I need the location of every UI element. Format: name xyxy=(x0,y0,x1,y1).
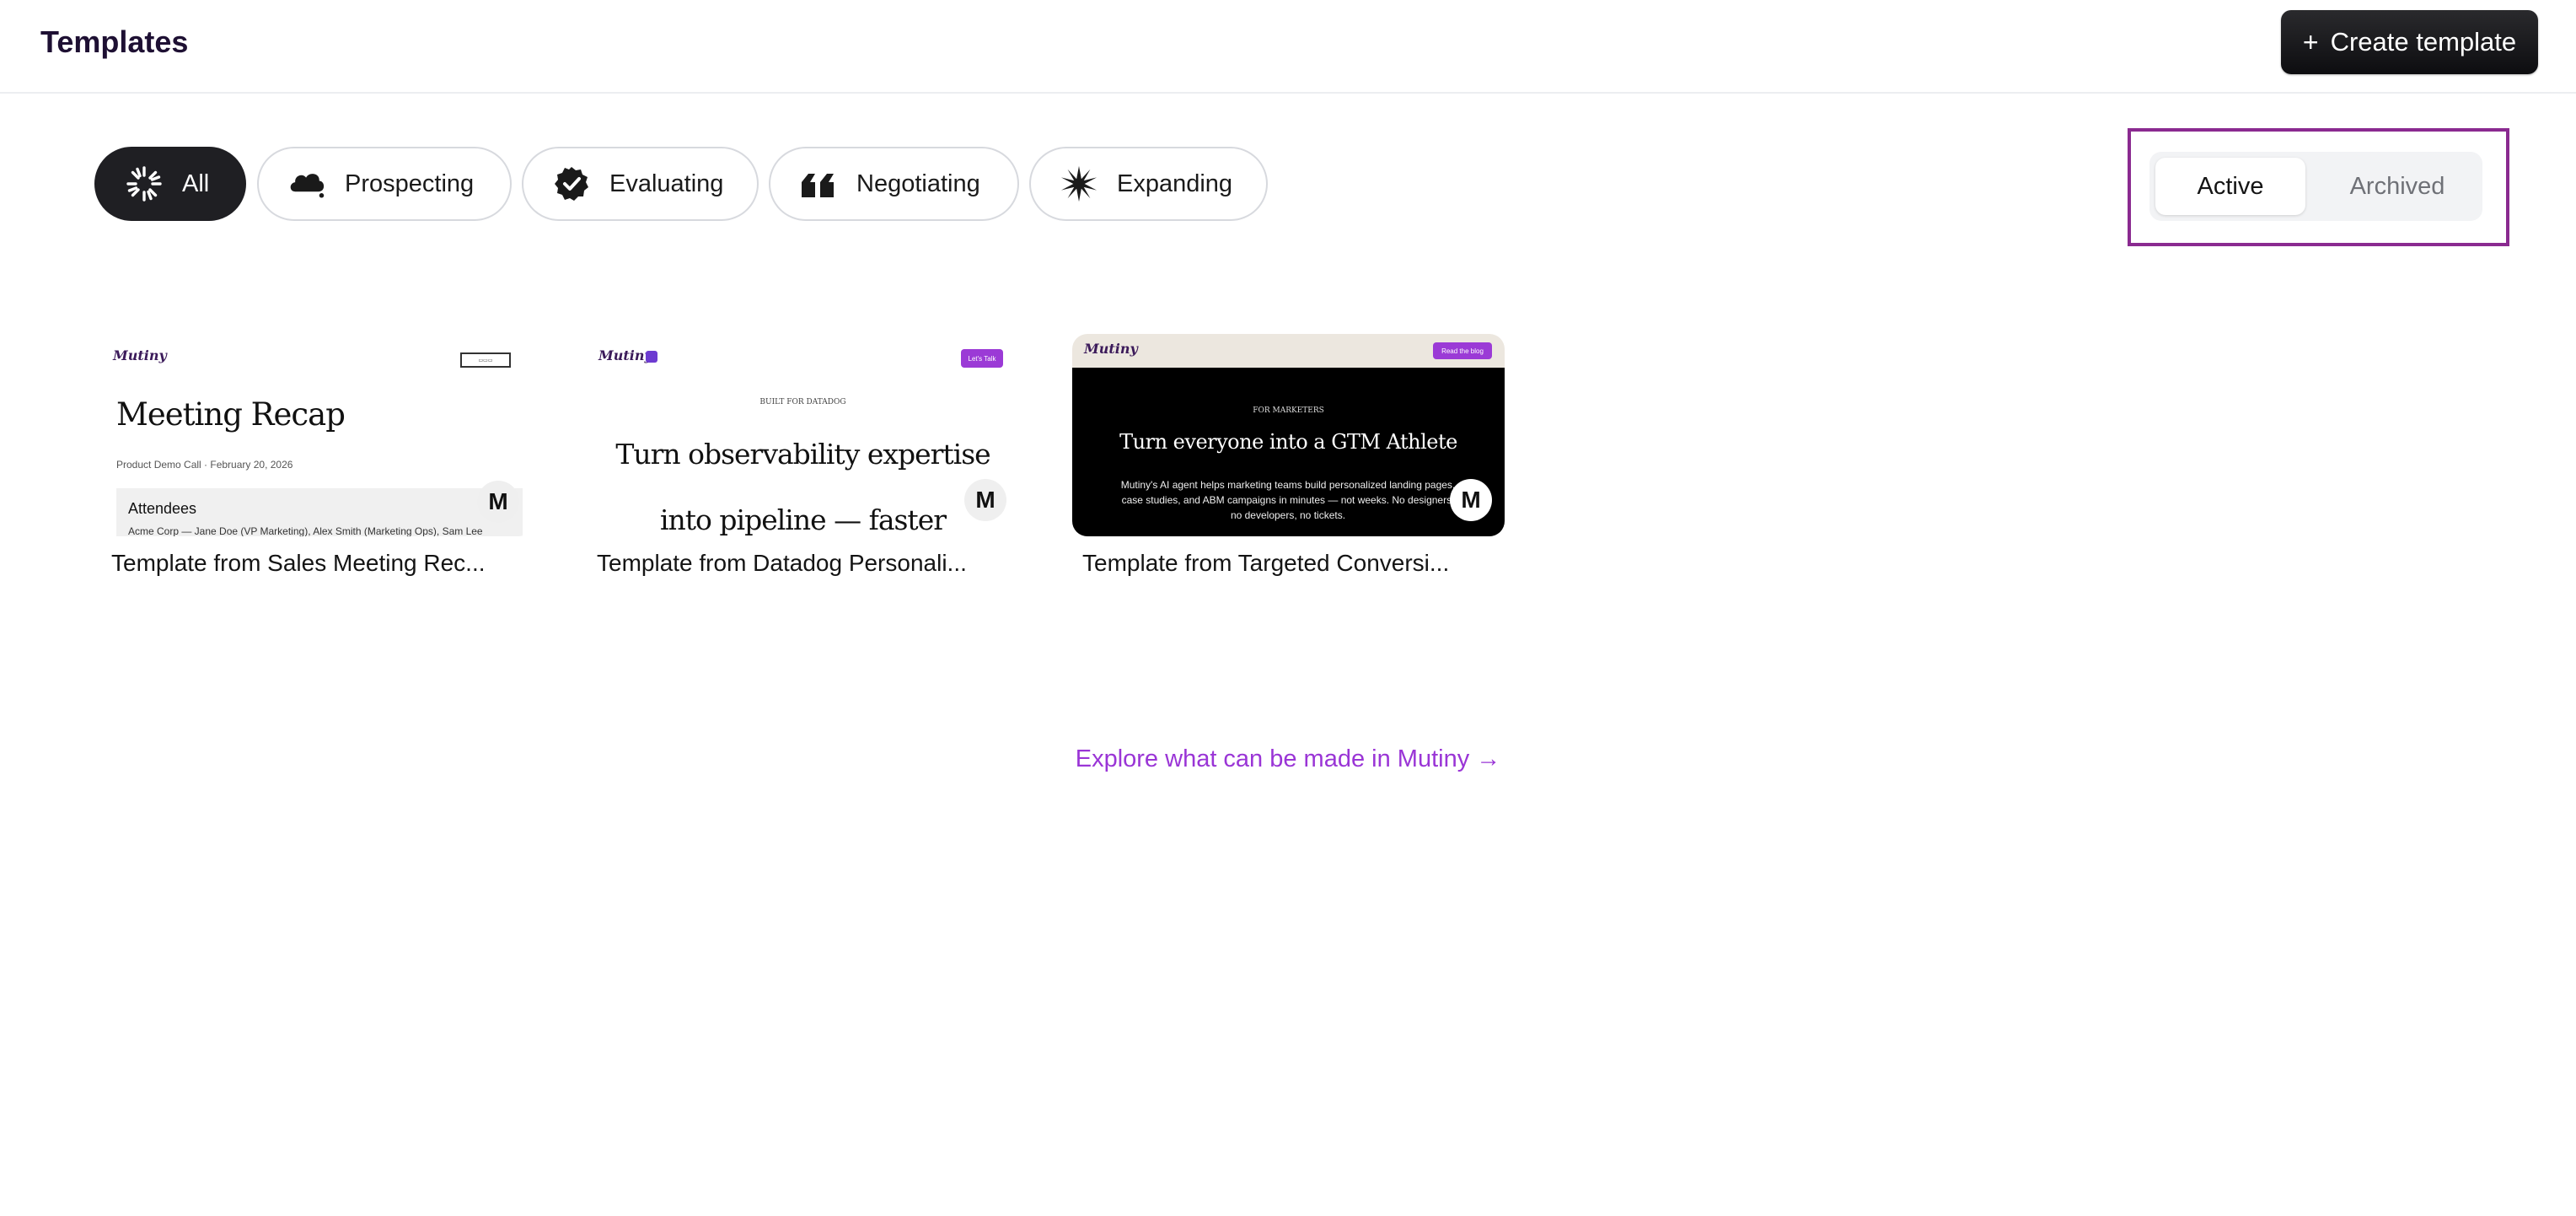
cloud-icon xyxy=(287,164,326,203)
preview-headline: Turn observability expertise into pipeli… xyxy=(587,422,1019,536)
filter-all-label: All xyxy=(182,169,210,197)
template-card[interactable]: Mutiny Read the blog FOR MARKETERS Turn … xyxy=(1072,334,1505,576)
create-template-label: Create template xyxy=(2330,27,2517,56)
partner-logo-icon xyxy=(646,351,657,363)
creator-avatar: M xyxy=(1450,479,1492,521)
preview-headline: Turn everyone into a GTM Athlete xyxy=(1119,430,1457,454)
filter-prospecting[interactable]: Prospecting xyxy=(257,147,512,221)
plus-icon: + xyxy=(2302,27,2319,57)
creator-avatar: M xyxy=(477,481,519,523)
filter-all[interactable]: All xyxy=(94,147,246,221)
preview-button: ▭▭▭ xyxy=(460,352,511,368)
filter-negotiating-label: Negotiating xyxy=(856,169,980,197)
creator-avatar: M xyxy=(964,479,1006,521)
spinner-burst-icon xyxy=(125,164,164,203)
archived-tab[interactable]: Archived xyxy=(2322,158,2472,215)
template-preview[interactable]: Mutiny ▭▭▭ Meeting Recap Product Demo Ca… xyxy=(101,334,534,536)
filter-expanding-label: Expanding xyxy=(1117,169,1233,197)
template-card[interactable]: Mutiny Let's Talk BUILT FOR DATADOG Turn… xyxy=(587,334,1019,576)
active-tab[interactable]: Active xyxy=(2155,158,2305,215)
preview-attendee-names: Acme Corp — Jane Doe (VP Marketing), Ale… xyxy=(128,525,483,536)
filter-expanding[interactable]: Expanding xyxy=(1029,147,1268,221)
page-title: Templates xyxy=(40,24,189,59)
preview-logo: Mutiny xyxy=(598,347,652,363)
status-toggle: Active Archived xyxy=(2149,152,2482,221)
preview-attendees-box: Attendees Acme Corp — Jane Doe (VP Marke… xyxy=(116,488,523,536)
template-card[interactable]: Mutiny ▭▭▭ Meeting Recap Product Demo Ca… xyxy=(101,334,534,576)
quote-icon xyxy=(799,164,838,203)
filter-evaluating-label: Evaluating xyxy=(609,169,724,197)
filter-evaluating[interactable]: Evaluating xyxy=(522,147,759,221)
preview-headline-line-2: into pipeline — faster xyxy=(659,503,947,536)
preview-subtitle: Product Demo Call · February 20, 2026 xyxy=(116,459,293,471)
starburst-icon xyxy=(1060,164,1098,203)
template-name[interactable]: Template from Datadog Personali... xyxy=(597,550,967,577)
explore-link[interactable]: Explore what can be made in Mutiny → xyxy=(0,745,2576,773)
preview-headline-line-1: Turn observability expertise xyxy=(615,438,990,471)
create-template-button[interactable]: + Create template xyxy=(2281,10,2538,74)
preview-logo: Mutiny xyxy=(113,347,167,363)
preview-section-title: Attendees xyxy=(128,500,197,517)
preview-cta: Read the blog xyxy=(1433,342,1492,359)
filter-prospecting-label: Prospecting xyxy=(345,169,475,197)
preview-nav: Mutiny Read the blog xyxy=(1072,334,1505,368)
preview-kicker: BUILT FOR DATADOG xyxy=(759,398,846,406)
badge-check-icon xyxy=(552,164,591,203)
preview-logo: Mutiny xyxy=(1084,341,1138,357)
template-preview[interactable]: Mutiny Read the blog FOR MARKETERS Turn … xyxy=(1072,334,1505,536)
top-bar: Templates + Create template xyxy=(0,0,2576,94)
filter-negotiating[interactable]: Negotiating xyxy=(769,147,1019,221)
preview-title: Meeting Recap xyxy=(116,396,346,433)
preview-description: Mutiny's AI agent helps marketing teams … xyxy=(1120,479,1456,521)
template-name[interactable]: Template from Sales Meeting Rec... xyxy=(111,550,486,577)
preview-hero: FOR MARKETERS Turn everyone into a GTM A… xyxy=(1072,368,1505,536)
preview-kicker: FOR MARKETERS xyxy=(1253,406,1324,415)
template-preview[interactable]: Mutiny Let's Talk BUILT FOR DATADOG Turn… xyxy=(587,334,1019,536)
template-name[interactable]: Template from Targeted Conversi... xyxy=(1082,550,1449,577)
preview-cta: Let's Talk xyxy=(961,349,1003,368)
